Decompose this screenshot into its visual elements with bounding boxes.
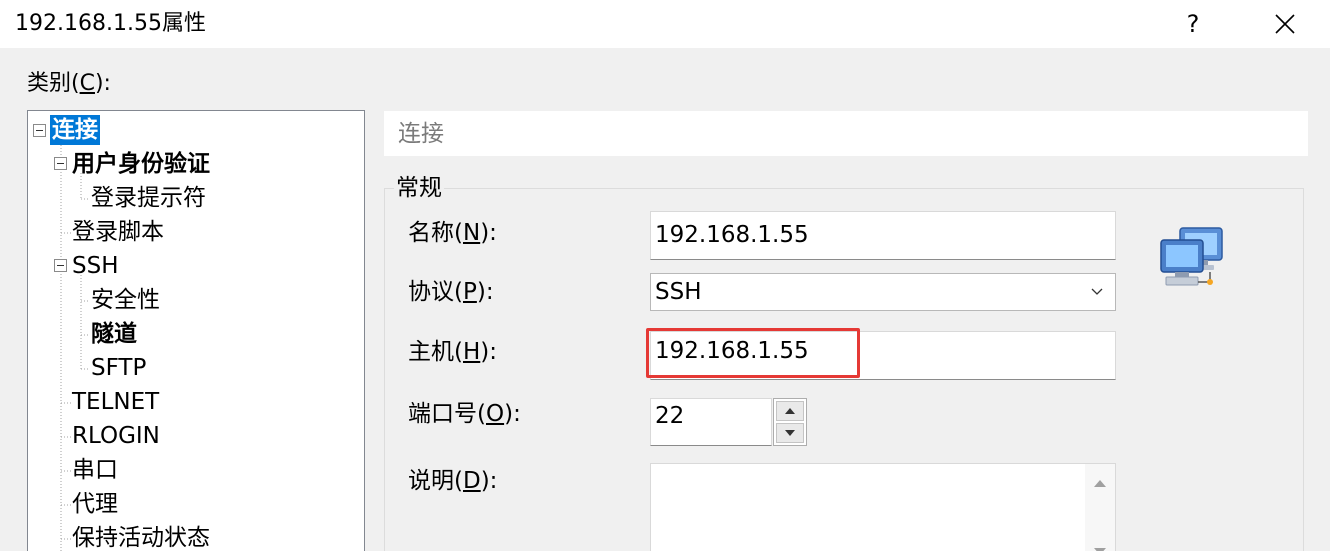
- scroll-up-icon[interactable]: [1094, 480, 1106, 487]
- description-scrollbar[interactable]: [1085, 464, 1115, 551]
- chevron-down-icon: [1091, 288, 1103, 295]
- group-title: 常规: [394, 174, 444, 202]
- tree-item-login-script[interactable]: 登录脚本: [72, 217, 164, 247]
- panel-title: 连接: [398, 121, 444, 147]
- spin-down-button[interactable]: [776, 423, 804, 443]
- tree-item-tunnel[interactable]: 隧道: [91, 319, 137, 349]
- help-button[interactable]: ?: [1165, 0, 1221, 48]
- name-field[interactable]: 192.168.1.55: [650, 211, 1116, 260]
- tree-item-security[interactable]: 安全性: [91, 285, 160, 315]
- tree-item-ssh[interactable]: SSH: [72, 251, 119, 281]
- tree-item-proxy[interactable]: 代理: [72, 489, 118, 519]
- protocol-label: 协议(P):: [408, 279, 494, 305]
- properties-dialog: 192.168.1.55属性 ? 类别(C): 连接 用户身份验证 登录提示符 …: [0, 0, 1330, 551]
- host-label: 主机(H):: [408, 339, 498, 365]
- name-label: 名称(N):: [408, 220, 497, 246]
- description-label: 说明(D):: [408, 468, 498, 494]
- close-icon: [1275, 14, 1295, 34]
- title-bar: 192.168.1.55属性 ?: [0, 0, 1330, 48]
- tree-collapse-ssh[interactable]: [54, 259, 67, 272]
- network-computers-icon: [1160, 227, 1223, 286]
- tree-item-user-auth[interactable]: 用户身份验证: [72, 149, 210, 179]
- panel-header: 连接: [384, 111, 1308, 156]
- port-field[interactable]: 22: [650, 398, 772, 446]
- category-label: 类别(C):: [27, 71, 111, 96]
- arrow-down-icon: [785, 430, 795, 436]
- tree-item-sftp[interactable]: SFTP: [91, 353, 146, 383]
- tree-collapse-connection[interactable]: [33, 124, 46, 137]
- tree-collapse-auth[interactable]: [54, 157, 67, 170]
- port-label: 端口号(O):: [408, 401, 521, 427]
- spin-up-button[interactable]: [776, 401, 804, 421]
- protocol-value: SSH: [655, 279, 702, 305]
- window-title: 192.168.1.55属性: [15, 11, 206, 36]
- tree-item-connection[interactable]: 连接: [50, 115, 100, 145]
- tree-item-serial[interactable]: 串口: [72, 455, 118, 485]
- tree-item-rlogin[interactable]: RLOGIN: [72, 421, 160, 451]
- category-tree[interactable]: 连接 用户身份验证 登录提示符 登录脚本 SSH 安全性 隧道 SFTP TEL…: [27, 110, 365, 551]
- tree-item-keepalive[interactable]: 保持活动状态: [72, 523, 210, 551]
- tree-item-telnet[interactable]: TELNET: [72, 387, 159, 417]
- description-field[interactable]: [650, 463, 1116, 551]
- host-highlight-annotation: [646, 328, 860, 378]
- tree-item-login-prompt[interactable]: 登录提示符: [91, 183, 206, 213]
- port-spinner: [773, 398, 807, 446]
- arrow-up-icon: [785, 408, 795, 414]
- close-button[interactable]: [1257, 0, 1313, 48]
- protocol-select[interactable]: SSH: [650, 273, 1116, 311]
